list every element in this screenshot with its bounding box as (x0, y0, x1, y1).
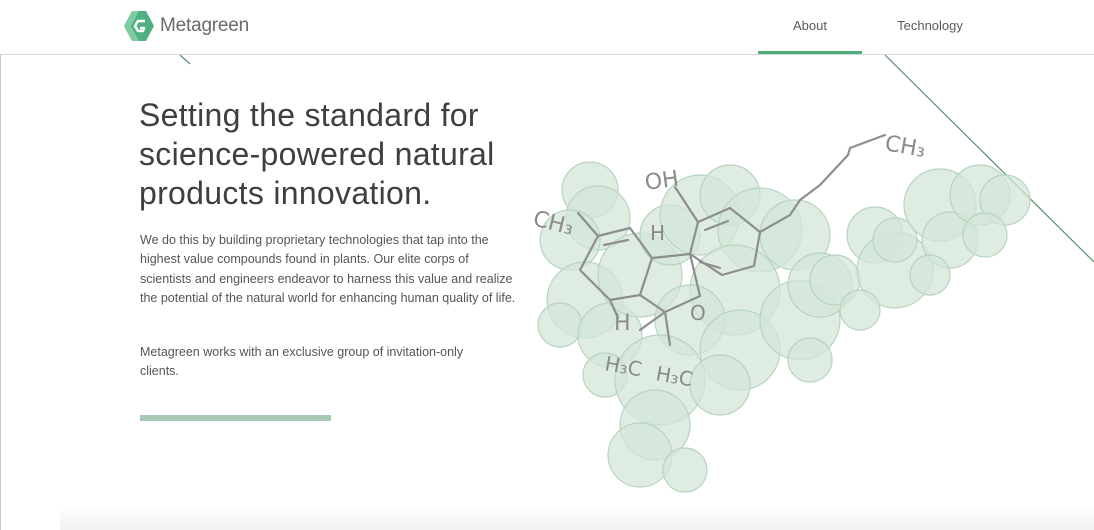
svg-text:H₃C: H₃C (654, 361, 695, 391)
svg-text:H₃C: H₃C (603, 351, 644, 381)
title-line-2: science-powered natural (139, 136, 495, 172)
molecule-labels: OH CH₃ CH₃ H H H₃C H₃C O (531, 131, 928, 391)
nav-item-technology[interactable]: Technology (880, 0, 980, 52)
diagonal-line-right (884, 54, 1094, 263)
svg-text:H: H (614, 311, 631, 336)
clients-paragraph: Metagreen works with an exclusive group … (140, 345, 464, 379)
metagreen-logo-icon (124, 11, 154, 41)
page-title: Setting the standard for science-powered… (139, 96, 559, 213)
diagonal-line-left (179, 54, 191, 65)
svg-text:H: H (650, 221, 665, 245)
section-shadow (60, 505, 1094, 530)
molecule-sketch-icon (537, 161, 1031, 493)
accent-divider (140, 415, 331, 421)
nav-item-about[interactable]: About (758, 0, 862, 54)
svg-text:CH₃: CH₃ (883, 131, 927, 163)
svg-text:O: O (690, 301, 706, 325)
window-edge (0, 0, 1, 530)
top-navigation-bar: Metagreen About Technology (0, 0, 1094, 55)
svg-text:OH: OH (643, 166, 680, 195)
brand-name: Metagreen (160, 15, 250, 36)
intro-paragraph: We do this by building proprietary techn… (140, 233, 516, 305)
title-line-3: products innovation. (139, 175, 432, 211)
brand-logo-link[interactable]: Metagreen (122, 9, 249, 43)
title-line-1: Setting the standard for (139, 97, 479, 133)
molecule-bonds (576, 133, 887, 347)
